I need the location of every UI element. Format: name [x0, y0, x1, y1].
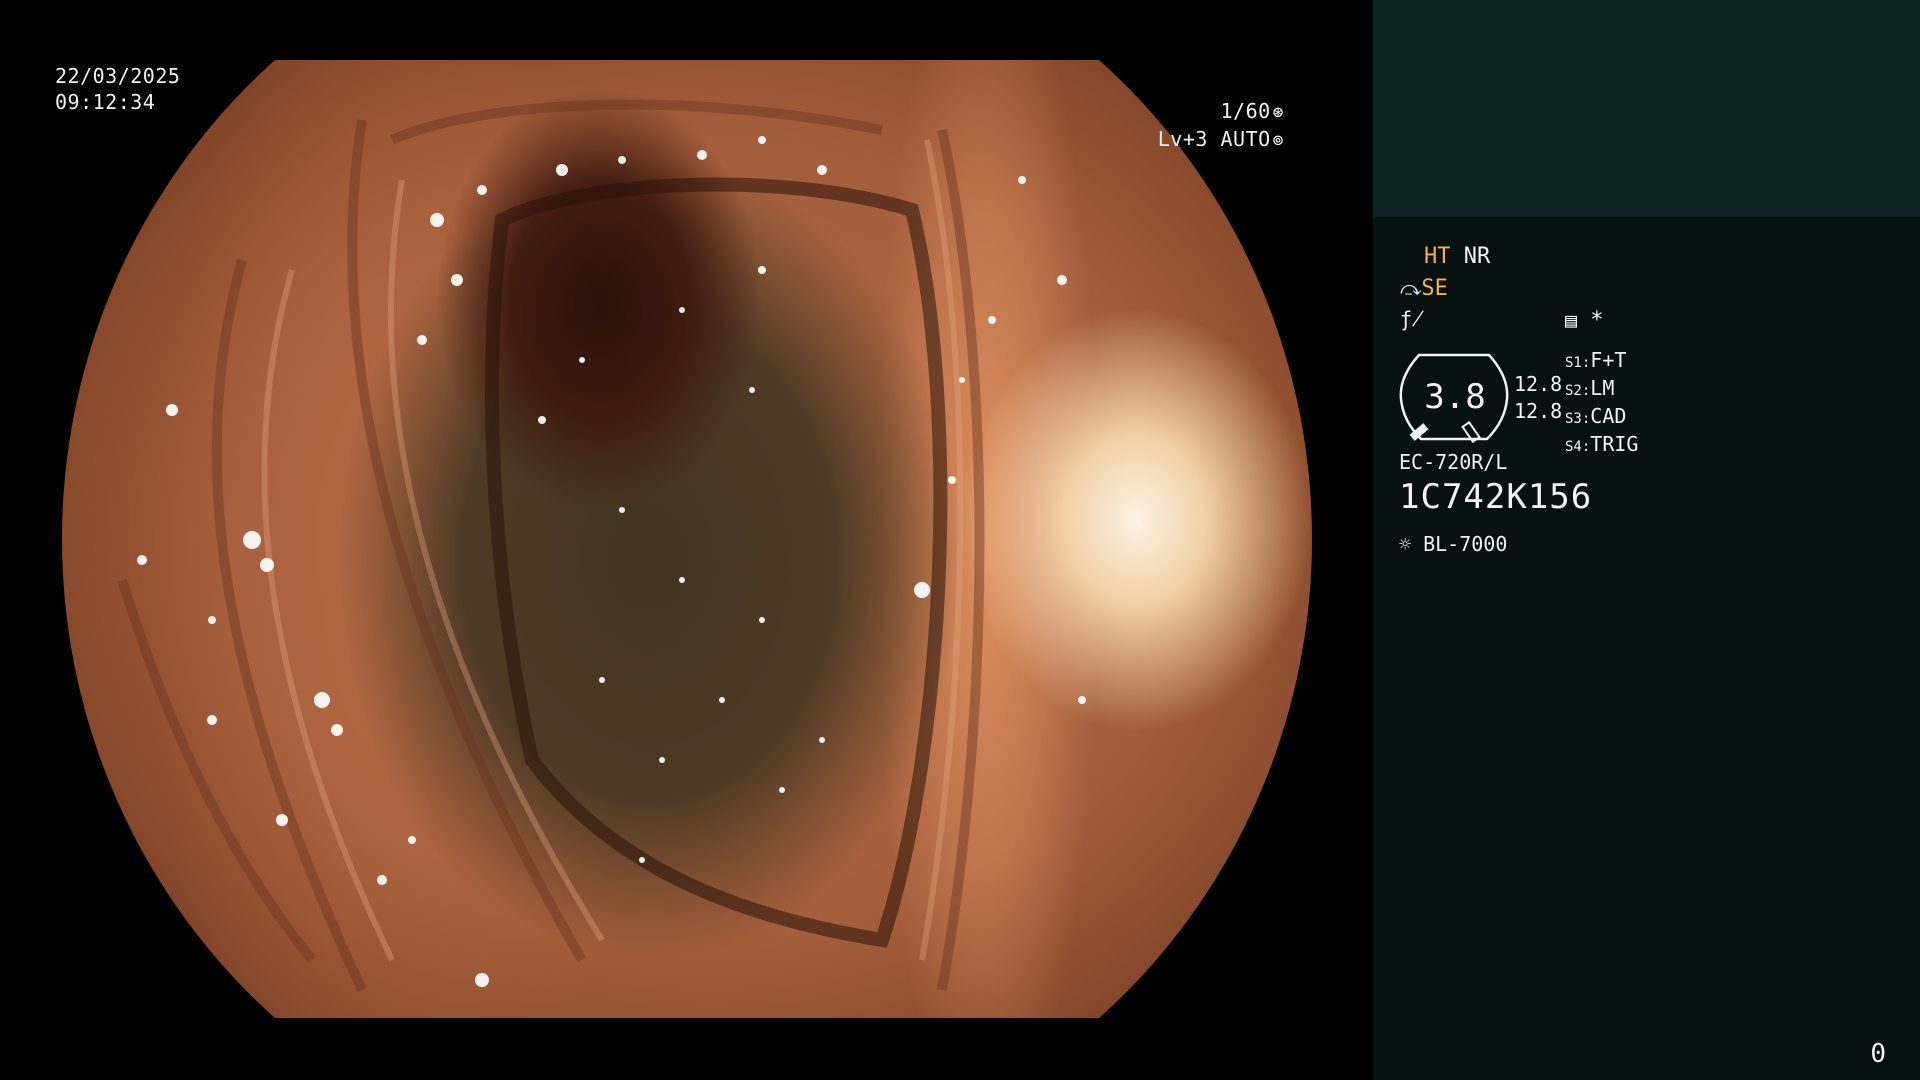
exposure-overlay: 1/60 ⊛ Lv+3 AUTO ⊚ [1158, 98, 1284, 154]
page-number: 0 [1870, 1039, 1886, 1069]
endoscopy-display: 22/03/2025 09:12:34 1/60 ⊛ Lv+3 AUTO ⊚ HT … [0, 0, 1920, 1080]
sun-icon: ☼ [1399, 532, 1412, 556]
angle-pointer-icon: ⤼ [1400, 276, 1422, 300]
endoscope-image [62, 60, 1312, 1018]
scope-serial: 1C742K156 [1399, 477, 1593, 517]
exposure-row: Lv+3 AUTO ⊚ [1158, 126, 1284, 154]
level-value-2: 12.8 [1514, 399, 1563, 423]
se-row: ⤼SE [1400, 274, 1448, 303]
exposure-mode: AUTO [1220, 127, 1271, 151]
gauge-value: 3.8 [1424, 377, 1486, 417]
scene-key-row: S1:F+T [1565, 348, 1627, 372]
scene-key-row: S2:LM [1565, 376, 1615, 400]
star-mark: * [1590, 308, 1604, 333]
light-source-model: BL-7000 [1423, 532, 1508, 556]
scene-key-row: S4:TRIG [1565, 432, 1639, 456]
shutter-row: 1/60 ⊛ [1158, 98, 1284, 126]
iris-icon: ⊚ [1272, 130, 1284, 151]
aperture-icon: ⊛ [1272, 102, 1284, 123]
date-text: 22/03/2025 [55, 64, 181, 88]
memo-row: ▤ * [1565, 306, 1604, 335]
scene-key-row: S3:CAD [1565, 404, 1627, 428]
info-panel-header-area [1373, 0, 1920, 217]
time-text: 09:12:34 [55, 90, 156, 114]
enhancement-row: HT NR [1424, 243, 1490, 271]
light-source-row: ☼ BL-7000 [1399, 530, 1507, 558]
strikethrough-f-icon: ƒ̸ [1400, 307, 1425, 331]
nr-label: NR [1463, 244, 1491, 269]
level-value-1: 12.8 [1514, 372, 1563, 396]
mucosa-texture [117, 99, 1086, 993]
document-list-icon: ▤ [1565, 308, 1578, 332]
level-values: 12.8 12.8 [1514, 371, 1562, 425]
date-time-overlay: 22/03/2025 09:12:34 [55, 63, 180, 115]
f-row: ƒ̸ [1400, 305, 1424, 334]
scene-key-list: S1:F+T S2:LM S3:CAD S4:TRIG [1565, 348, 1638, 460]
scope-model: EC-720R/L [1399, 450, 1508, 474]
se-label: SE [1421, 276, 1448, 301]
shutter-speed: 1/60 [1220, 99, 1271, 123]
brightness-level: Lv+3 [1157, 127, 1208, 151]
ht-label: HT [1424, 244, 1451, 269]
